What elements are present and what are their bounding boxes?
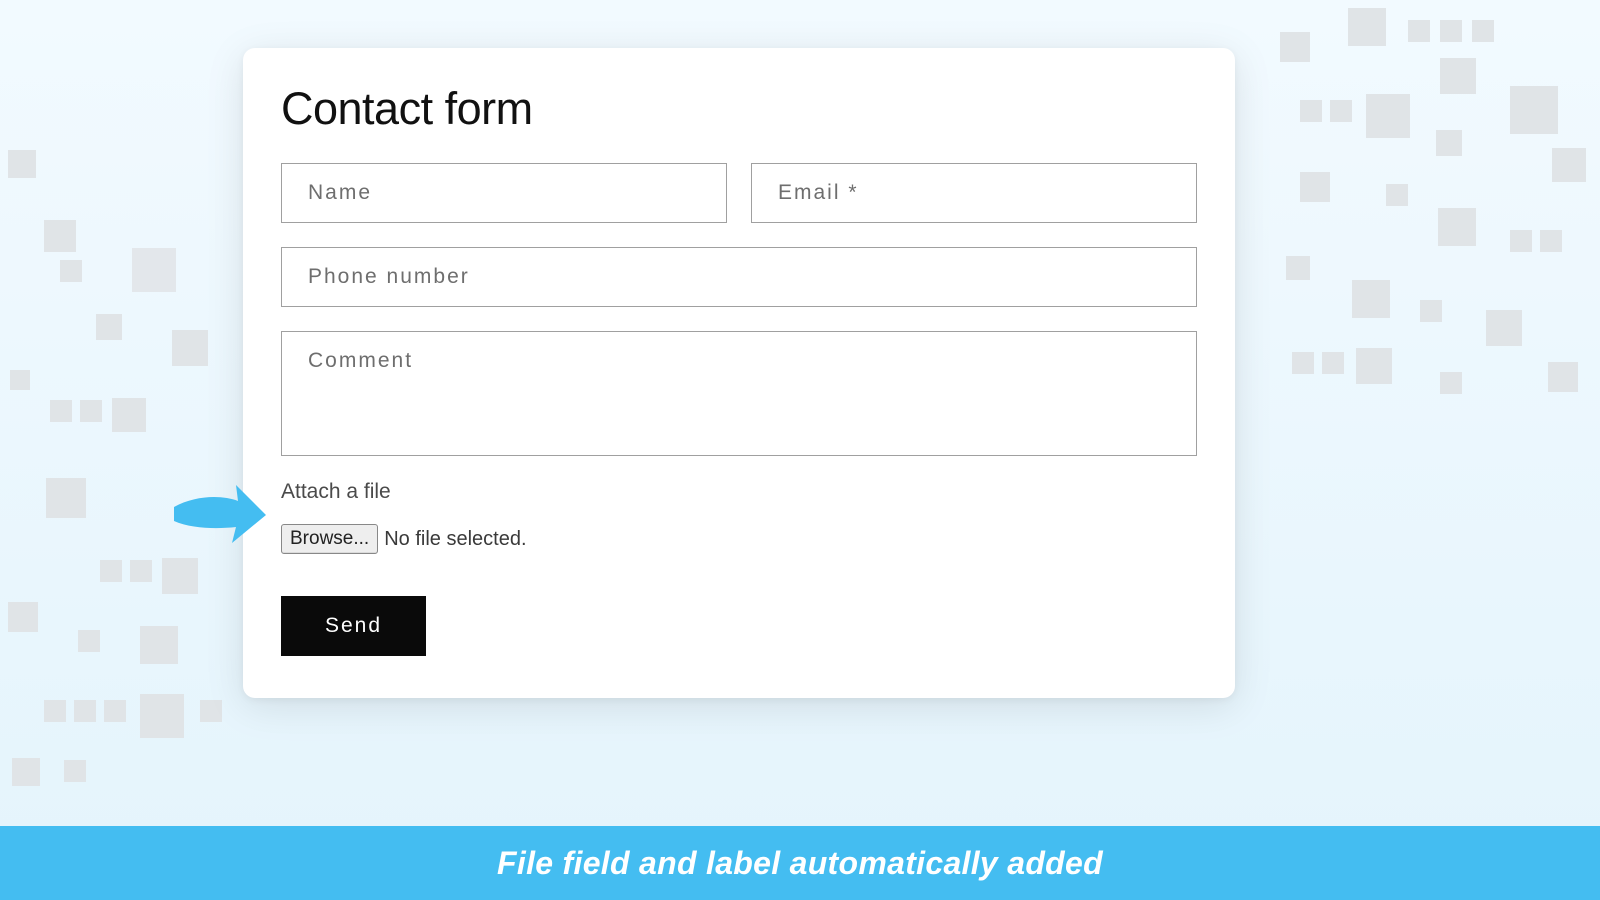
footer-caption-text: File field and label automatically added: [497, 845, 1103, 882]
form-title: Contact form: [281, 83, 1197, 135]
arrow-right-icon: [168, 481, 268, 551]
name-field[interactable]: [281, 163, 727, 223]
browse-button[interactable]: Browse...: [281, 524, 378, 554]
contact-form-card: Contact form Attach a file Browse... No …: [243, 48, 1235, 698]
email-field[interactable]: [751, 163, 1197, 223]
send-button[interactable]: Send: [281, 596, 426, 656]
phone-field[interactable]: [281, 247, 1197, 307]
comment-field[interactable]: [281, 331, 1197, 456]
file-selection-status: No file selected.: [384, 528, 526, 551]
attach-file-label: Attach a file: [281, 480, 1197, 504]
footer-caption-bar: File field and label automatically added: [0, 826, 1600, 900]
